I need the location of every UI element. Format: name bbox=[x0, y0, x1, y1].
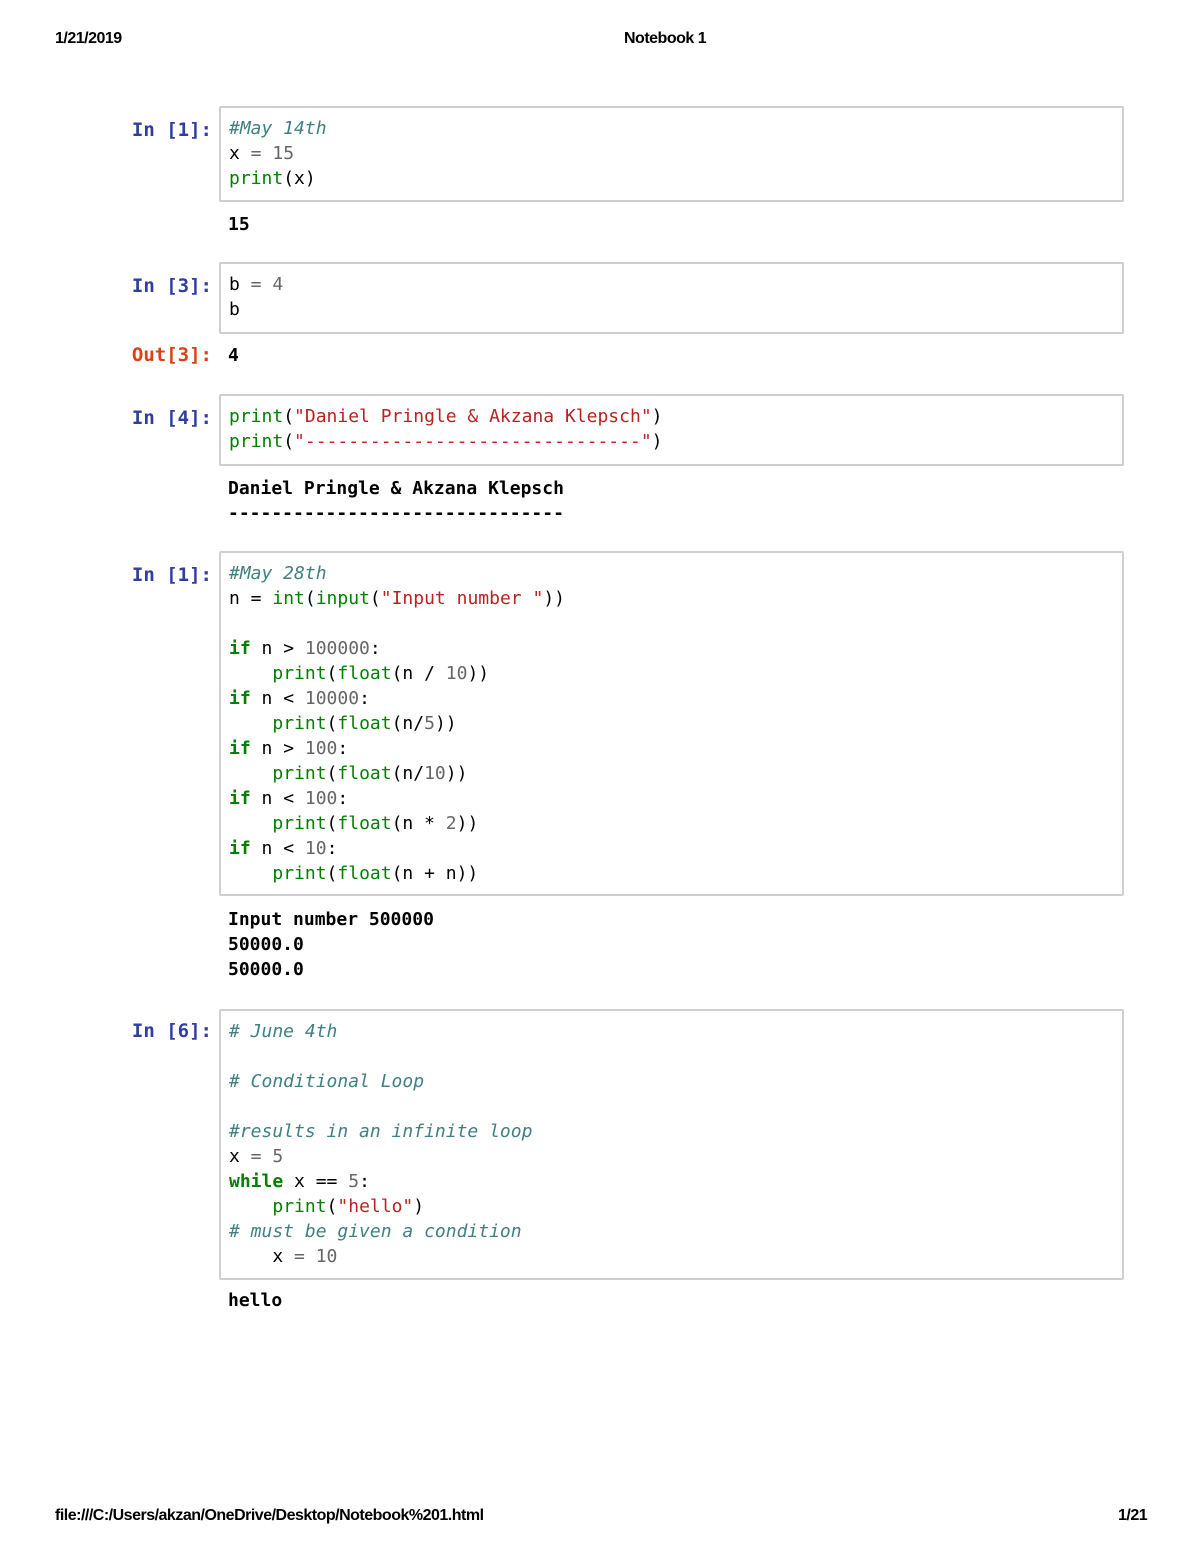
cell-prompt: In [6]: bbox=[131, 1020, 212, 1042]
footer-path: file:///C:/Users/akzan/OneDrive/Desktop/… bbox=[55, 1507, 484, 1524]
cell-output: Input number 500000 50000.0 50000.0 bbox=[228, 909, 434, 980]
code-input[interactable]: #May 28th n = int(input("Input number ")… bbox=[221, 553, 1122, 892]
print-title: Notebook 1 bbox=[624, 30, 707, 47]
code-cell[interactable]: print("Daniel Pringle & Akzana Klepsch")… bbox=[219, 394, 1124, 466]
cell-output: hello bbox=[228, 1290, 283, 1311]
cell-output: 4 bbox=[228, 345, 239, 366]
code-input[interactable]: # June 4th # Conditional Loop #results i… bbox=[221, 1011, 1122, 1275]
code-cell[interactable]: b = 4 b bbox=[219, 262, 1124, 334]
cell-prompt: In [4]: bbox=[131, 407, 212, 429]
cell-output: 15 bbox=[228, 214, 250, 235]
cell-prompt: In [3]: bbox=[131, 275, 212, 297]
print-date: 1/21/2019 bbox=[55, 30, 122, 47]
code-cell[interactable]: # June 4th # Conditional Loop #results i… bbox=[219, 1009, 1124, 1280]
code-input[interactable]: print("Daniel Pringle & Akzana Klepsch")… bbox=[221, 396, 1122, 460]
code-input[interactable]: #May 14th x = 15 print(x) bbox=[221, 108, 1122, 197]
cell-prompt: In [1]: bbox=[131, 564, 212, 586]
cell-output: Daniel Pringle & Akzana Klepsch --------… bbox=[228, 478, 564, 524]
cell-prompt: In [1]: bbox=[131, 119, 212, 141]
page-number: 1/21 bbox=[1118, 1507, 1148, 1524]
code-cell[interactable]: #May 28th n = int(input("Input number ")… bbox=[219, 551, 1124, 896]
out-prompt: Out[3]: bbox=[131, 344, 212, 366]
code-input[interactable]: b = 4 b bbox=[221, 264, 1122, 328]
code-cell[interactable]: #May 14th x = 15 print(x) bbox=[219, 106, 1124, 202]
